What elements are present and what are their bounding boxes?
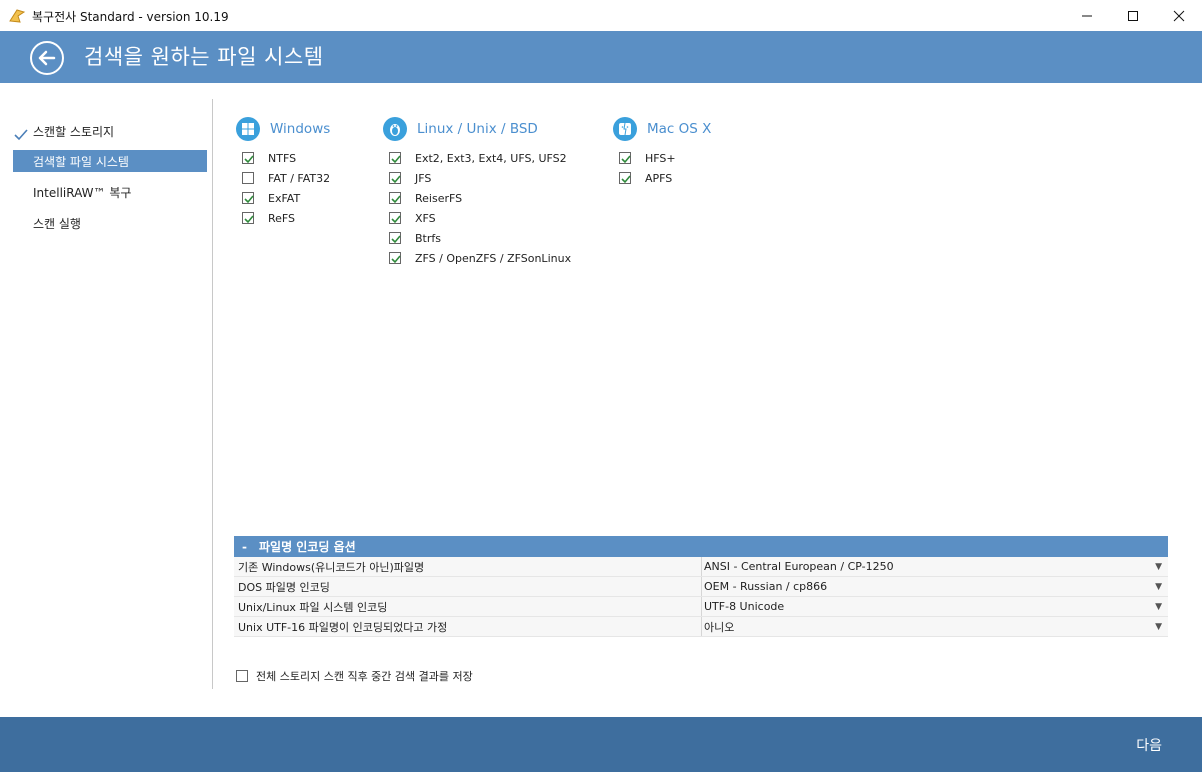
minimize-button[interactable] — [1064, 0, 1110, 31]
checkbox[interactable] — [389, 232, 401, 244]
encoding-select-value: ANSI - Central European / CP-1250 — [704, 560, 894, 573]
encoding-row: 기존 Windows(유니코드가 아닌)파일명 ANSI - Central E… — [234, 557, 1168, 577]
windows-icon — [236, 117, 260, 141]
dropdown-arrow-icon[interactable]: ▼ — [1155, 562, 1162, 572]
fs-option-jfs[interactable]: JFS — [389, 168, 571, 188]
fs-option-label: FAT / FAT32 — [268, 171, 331, 185]
encoding-options-panel: - 파일명 인코딩 옵션 기존 Windows(유니코드가 아닌)파일명 ANS… — [234, 536, 1168, 637]
fs-option-label: Btrfs — [415, 231, 441, 245]
encoding-row-label: Unix/Linux 파일 시스템 인코딩 — [234, 597, 702, 616]
page-title: 검색을 원하는 파일 시스템 — [84, 45, 324, 69]
back-button[interactable] — [30, 41, 64, 75]
checkbox[interactable] — [619, 172, 631, 184]
fs-option-hfs[interactable]: HFS+ — [619, 148, 711, 168]
fs-list: Ext2, Ext3, Ext4, UFS, UFS2 JFS ReiserFS… — [389, 148, 571, 268]
fs-option-ntfs[interactable]: NTFS — [242, 148, 330, 168]
fs-group-header: Mac OS X — [613, 116, 711, 142]
sidebar-item-intelliraw[interactable]: IntelliRAW™ 복구 — [13, 181, 207, 203]
encoding-row: Unix UTF-16 파일명이 인코딩되었다고 가정 아니오 ▼ — [234, 617, 1168, 637]
encoding-row-label: 기존 Windows(유니코드가 아닌)파일명 — [234, 557, 702, 576]
app-logo-icon — [8, 7, 26, 25]
encoding-select-value: UTF-8 Unicode — [704, 600, 785, 613]
arrow-left-icon — [38, 50, 56, 66]
fs-option-label: HFS+ — [645, 151, 676, 165]
fs-option-label: ReiserFS — [415, 191, 463, 205]
sidebar-item-filesystems[interactable]: 검색할 파일 시스템 — [13, 150, 207, 172]
sidebar-item-run-scan[interactable]: 스캔 실행 — [13, 212, 207, 234]
fs-group-header: Linux / Unix / BSD — [383, 116, 571, 142]
dropdown-arrow-icon[interactable]: ▼ — [1155, 622, 1162, 632]
fs-option-zfs[interactable]: ZFS / OpenZFS / ZFSonLinux — [389, 248, 571, 268]
fs-option-label: ExFAT — [268, 191, 301, 205]
checkbox[interactable] — [242, 192, 254, 204]
app-window: 복구전사 Standard - version 10.19 검색을 원하는 파일… — [0, 0, 1202, 772]
encoding-options-header[interactable]: - 파일명 인코딩 옵션 — [234, 536, 1168, 557]
save-option-label: 전체 스토리지 스캔 직후 중간 검색 결과를 저장 — [256, 670, 473, 683]
fs-list: HFS+ APFS — [619, 148, 711, 188]
encoding-row: DOS 파일명 인코딩 OEM - Russian / cp866 ▼ — [234, 577, 1168, 597]
fs-group-linux: Linux / Unix / BSD Ext2, Ext3, Ext4, UFS… — [383, 116, 571, 268]
page-header: 검색을 원하는 파일 시스템 — [0, 31, 1202, 83]
fs-option-ext[interactable]: Ext2, Ext3, Ext4, UFS, UFS2 — [389, 148, 571, 168]
sidebar-divider — [212, 99, 213, 689]
linux-penguin-icon — [383, 117, 407, 141]
encoding-select[interactable]: UTF-8 Unicode ▼ — [702, 597, 1168, 616]
fs-option-btrfs[interactable]: Btrfs — [389, 228, 571, 248]
checkbox[interactable] — [242, 212, 254, 224]
fs-group-label: Linux / Unix / BSD — [417, 121, 538, 137]
sidebar-item-scan-storage[interactable]: 스캔할 스토리지 — [13, 120, 207, 142]
fs-group-label: Mac OS X — [647, 121, 712, 137]
checkbox[interactable] — [236, 670, 248, 682]
fs-group-windows: Windows NTFS FAT / FAT32 ExFAT ReFS — [236, 116, 330, 228]
checkbox[interactable] — [389, 172, 401, 184]
fs-option-refs[interactable]: ReFS — [242, 208, 330, 228]
encoding-row: Unix/Linux 파일 시스템 인코딩 UTF-8 Unicode ▼ — [234, 597, 1168, 617]
fs-option-label: APFS — [645, 171, 673, 185]
checkbox[interactable] — [389, 212, 401, 224]
checkbox[interactable] — [389, 192, 401, 204]
checkbox[interactable] — [389, 252, 401, 264]
fs-option-label: Ext2, Ext3, Ext4, UFS, UFS2 — [415, 151, 567, 165]
encoding-select-value: 아니오 — [704, 620, 735, 634]
fs-option-fat[interactable]: FAT / FAT32 — [242, 168, 330, 188]
fs-option-apfs[interactable]: APFS — [619, 168, 711, 188]
checkbox[interactable] — [242, 172, 254, 184]
fs-option-exfat[interactable]: ExFAT — [242, 188, 330, 208]
encoding-row-label: Unix UTF-16 파일명이 인코딩되었다고 가정 — [234, 617, 702, 636]
next-button[interactable]: 다음 — [1136, 735, 1162, 755]
maximize-button[interactable] — [1110, 0, 1156, 31]
checkbox[interactable] — [242, 152, 254, 164]
dropdown-arrow-icon[interactable]: ▼ — [1155, 602, 1162, 612]
checkbox[interactable] — [619, 152, 631, 164]
fs-option-reiserfs[interactable]: ReiserFS — [389, 188, 571, 208]
fs-option-label: XFS — [415, 211, 436, 225]
dropdown-arrow-icon[interactable]: ▼ — [1155, 582, 1162, 592]
save-intermediate-results-option[interactable]: 전체 스토리지 스캔 직후 중간 검색 결과를 저장 — [236, 668, 473, 684]
encoding-select[interactable]: 아니오 ▼ — [702, 617, 1168, 636]
mac-finder-icon — [613, 117, 637, 141]
fs-group-label: Windows — [270, 121, 331, 137]
window-title: 복구전사 Standard - version 10.19 — [32, 10, 229, 24]
fs-group-header: Windows — [236, 116, 330, 142]
fs-option-label: ReFS — [268, 211, 296, 225]
fs-list: NTFS FAT / FAT32 ExFAT ReFS — [242, 148, 330, 228]
checkbox[interactable] — [389, 152, 401, 164]
fs-group-mac: Mac OS X HFS+ APFS — [613, 116, 711, 188]
encoding-select[interactable]: OEM - Russian / cp866 ▼ — [702, 577, 1168, 596]
collapse-icon[interactable]: - — [242, 540, 247, 554]
wizard-steps-sidebar — [0, 83, 213, 689]
title-bar: 복구전사 Standard - version 10.19 — [0, 0, 1202, 31]
encoding-options-title: 파일명 인코딩 옵션 — [258, 540, 356, 554]
fs-option-label: NTFS — [268, 151, 297, 165]
close-button[interactable] — [1156, 0, 1202, 31]
footer-bar: 다음 — [0, 717, 1202, 772]
fs-option-xfs[interactable]: XFS — [389, 208, 571, 228]
encoding-select-value: OEM - Russian / cp866 — [704, 580, 828, 593]
encoding-select[interactable]: ANSI - Central European / CP-1250 ▼ — [702, 557, 1168, 576]
fs-option-label: JFS — [415, 171, 432, 185]
fs-option-label: ZFS / OpenZFS / ZFSonLinux — [415, 251, 572, 265]
encoding-row-label: DOS 파일명 인코딩 — [234, 577, 702, 596]
